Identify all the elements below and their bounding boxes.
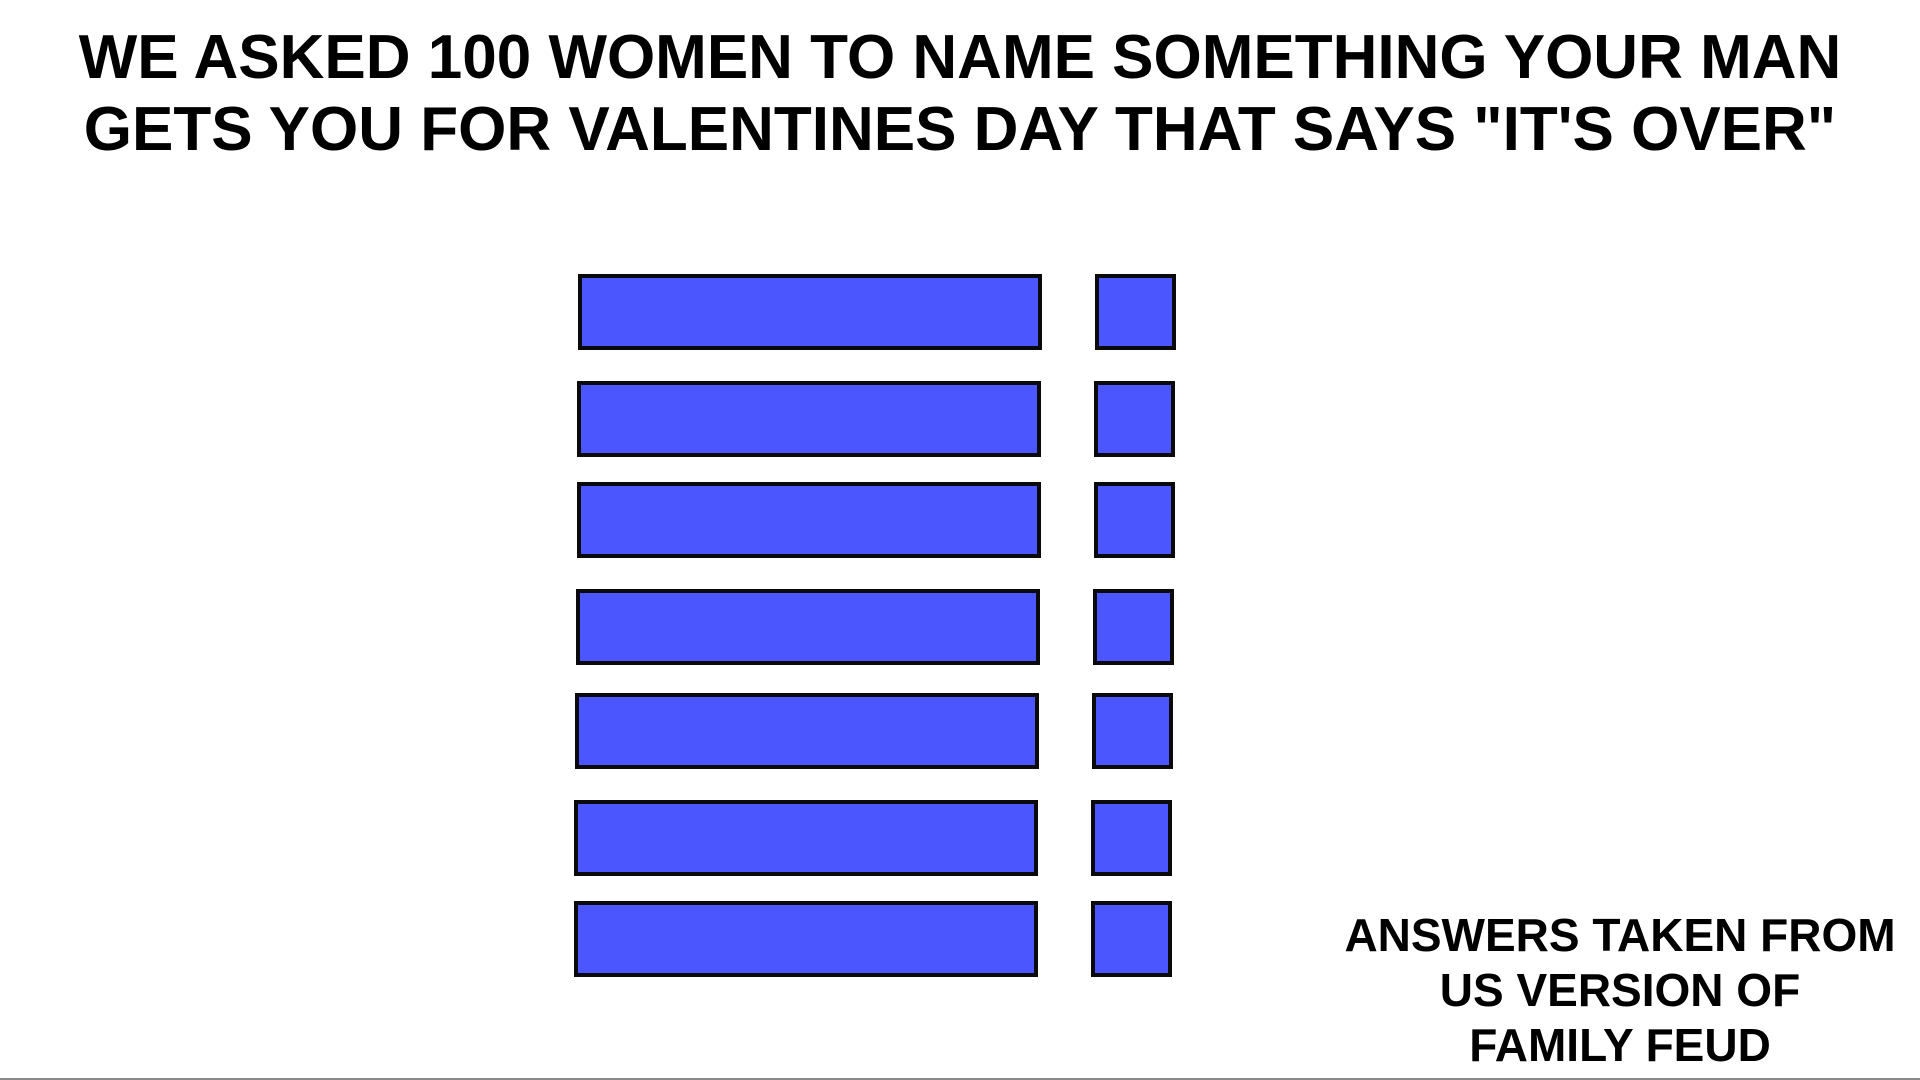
- points-slot-4: [1093, 589, 1174, 665]
- answer-slot-1: [578, 274, 1042, 350]
- points-slot-1: [1095, 274, 1176, 350]
- answer-slot-7: [574, 901, 1038, 977]
- answer-slot-4: [576, 589, 1040, 665]
- source-credit: ANSWERS TAKEN FROM US VERSION OF FAMILY …: [1320, 908, 1920, 1073]
- points-slot-6: [1091, 800, 1172, 876]
- points-slot-5: [1092, 693, 1173, 769]
- answer-slot-6: [574, 800, 1038, 876]
- answer-slot-3: [577, 482, 1041, 558]
- credit-line-3: FAMILY FEUD: [1469, 1019, 1771, 1071]
- credit-line-1: ANSWERS TAKEN FROM: [1344, 909, 1896, 961]
- points-slot-7: [1091, 901, 1172, 977]
- points-slot-2: [1094, 381, 1175, 457]
- answer-slot-5: [575, 693, 1039, 769]
- points-slot-3: [1094, 482, 1175, 558]
- credit-line-2: US VERSION OF: [1439, 964, 1801, 1016]
- answer-slot-2: [577, 381, 1041, 457]
